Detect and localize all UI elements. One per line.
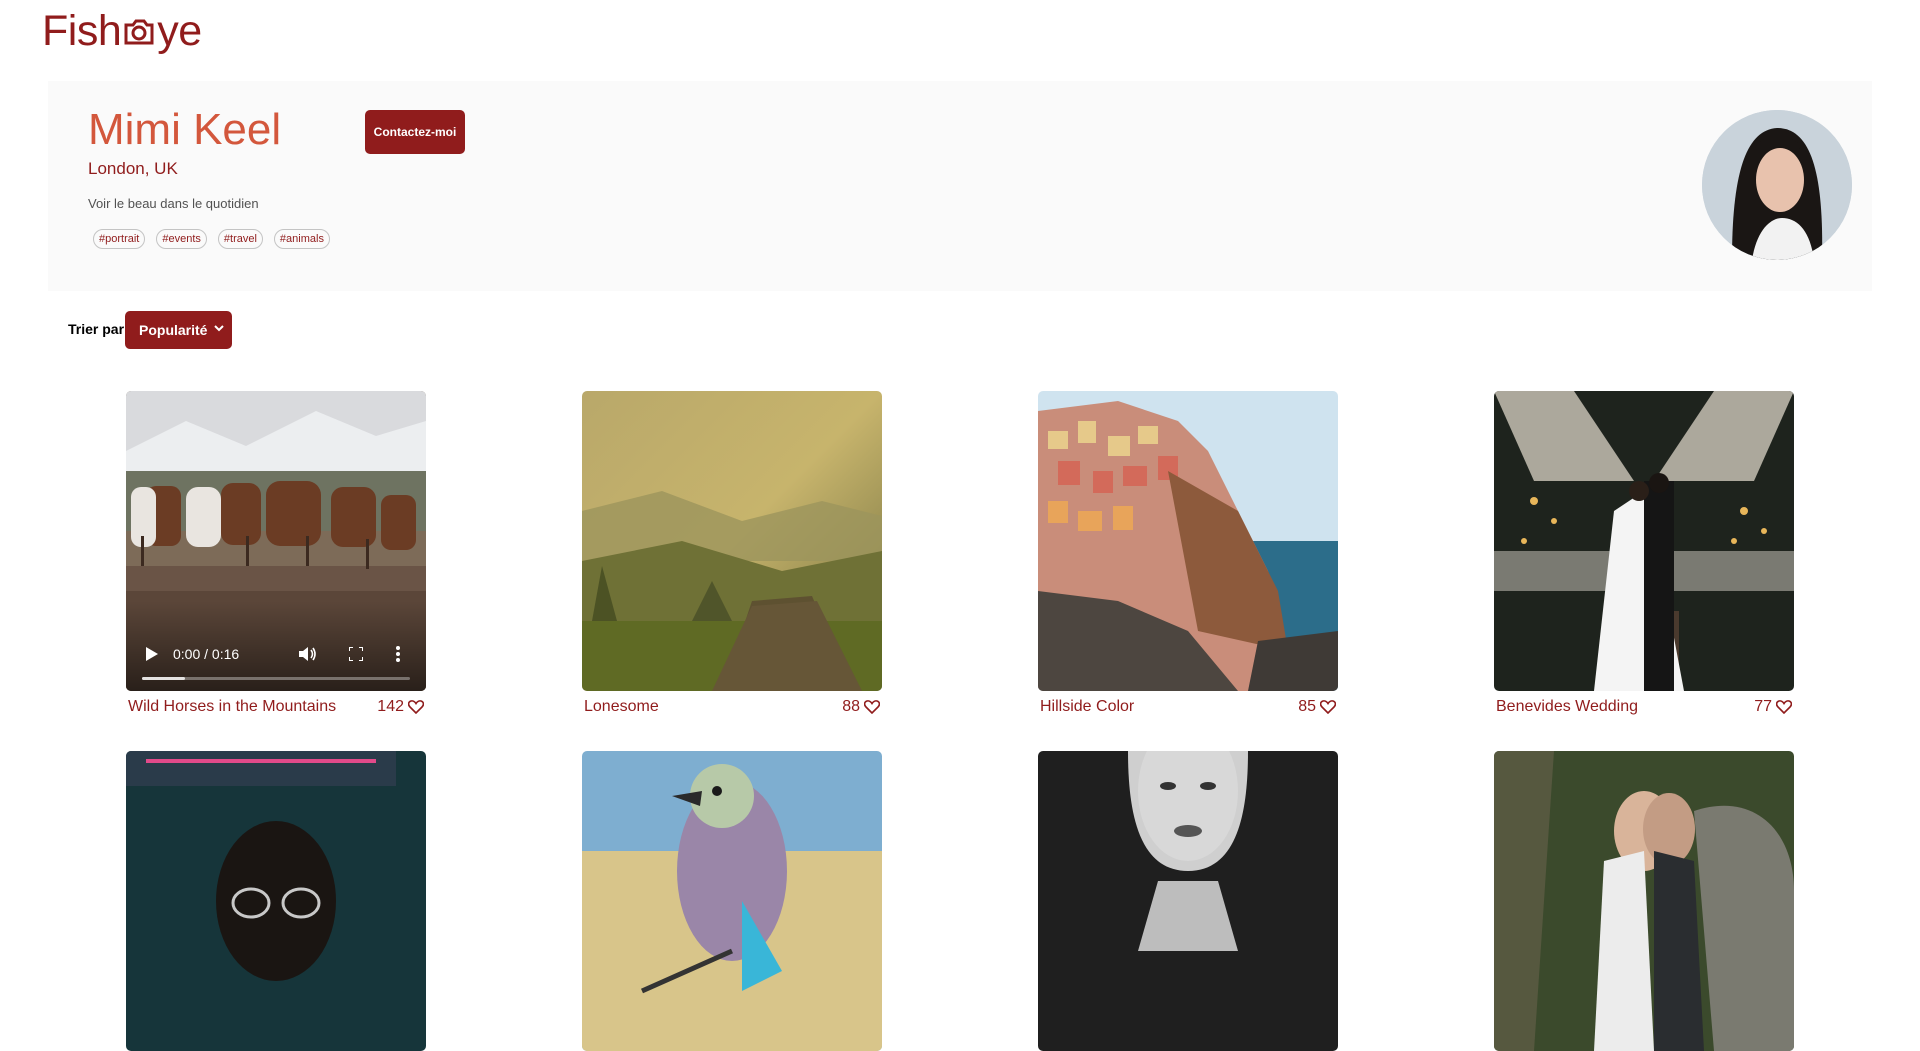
photographer-header	[48, 81, 1872, 291]
media-image[interactable]	[1038, 751, 1338, 1051]
camera-icon	[124, 19, 154, 45]
media-card: Benevides Wedding 77	[1494, 391, 1794, 716]
media-card	[1038, 751, 1338, 1051]
media-image[interactable]	[1494, 391, 1794, 691]
media-title: Hillside Color	[1040, 698, 1135, 715]
video-progress-track[interactable]	[142, 677, 410, 680]
contact-button[interactable]: Contactez-moi	[365, 110, 465, 154]
sort-label: Trier par	[68, 321, 125, 337]
like-counter[interactable]: 142	[377, 698, 424, 716]
video-buffer-bar	[142, 677, 185, 680]
fisheye-logo[interactable]: Fish ye	[42, 6, 202, 55]
tag-portrait[interactable]: #portrait	[93, 229, 146, 249]
tag-events[interactable]: #events	[156, 229, 207, 249]
media-image[interactable]	[1494, 751, 1794, 1051]
heart-icon[interactable]	[408, 700, 424, 714]
sort-selected-value: Popularité	[139, 322, 208, 338]
photographer-avatar	[1702, 110, 1852, 260]
like-counter[interactable]: 77	[1754, 698, 1792, 716]
like-counter[interactable]: 88	[842, 698, 880, 716]
like-count: 142	[377, 698, 404, 715]
heart-icon[interactable]	[1776, 700, 1792, 714]
media-title: Wild Horses in the Mountains	[128, 698, 337, 715]
heart-icon[interactable]	[1320, 700, 1336, 714]
logo-text-ye: ye	[157, 6, 202, 55]
media-image[interactable]	[582, 391, 882, 691]
play-icon[interactable]	[146, 647, 158, 661]
media-card: 0:00 / 0:16 Wild Horses in the Mountains…	[126, 391, 426, 716]
fullscreen-icon[interactable]	[349, 647, 363, 661]
like-count: 88	[842, 698, 860, 715]
media-card	[582, 751, 882, 1051]
like-count: 77	[1754, 698, 1772, 715]
media-title: Benevides Wedding	[1496, 698, 1639, 715]
media-title: Lonesome	[584, 698, 659, 715]
more-options-icon[interactable]	[396, 646, 400, 662]
media-image[interactable]	[1038, 391, 1338, 691]
like-counter[interactable]: 85	[1298, 698, 1336, 716]
sort-dropdown[interactable]: Popularité	[125, 311, 232, 349]
tag-travel[interactable]: #travel	[217, 229, 263, 249]
photographer-tagline: Voir le beau dans le quotidien	[88, 196, 259, 211]
video-time: 0:00 / 0:16	[173, 646, 240, 662]
media-video[interactable]: 0:00 / 0:16	[126, 391, 426, 691]
media-image[interactable]	[126, 751, 426, 1051]
tag-animals[interactable]: #animals	[273, 229, 330, 249]
tag-list: #portrait #events #travel #animals	[93, 229, 330, 249]
photographer-location: London, UK	[88, 159, 178, 178]
photographer-name: Mimi Keel	[88, 105, 282, 154]
media-card: Lonesome 88	[582, 391, 882, 716]
volume-icon[interactable]	[299, 646, 317, 662]
video-controls: 0:00 / 0:16	[126, 601, 426, 691]
chevron-down-icon	[214, 325, 224, 332]
media-image[interactable]	[582, 751, 882, 1051]
logo-text-fish: Fish	[42, 6, 122, 55]
media-card	[126, 751, 426, 1051]
media-card	[1494, 751, 1794, 1051]
media-card: Hillside Color 85	[1038, 391, 1338, 716]
like-count: 85	[1298, 698, 1316, 715]
heart-icon[interactable]	[864, 700, 880, 714]
